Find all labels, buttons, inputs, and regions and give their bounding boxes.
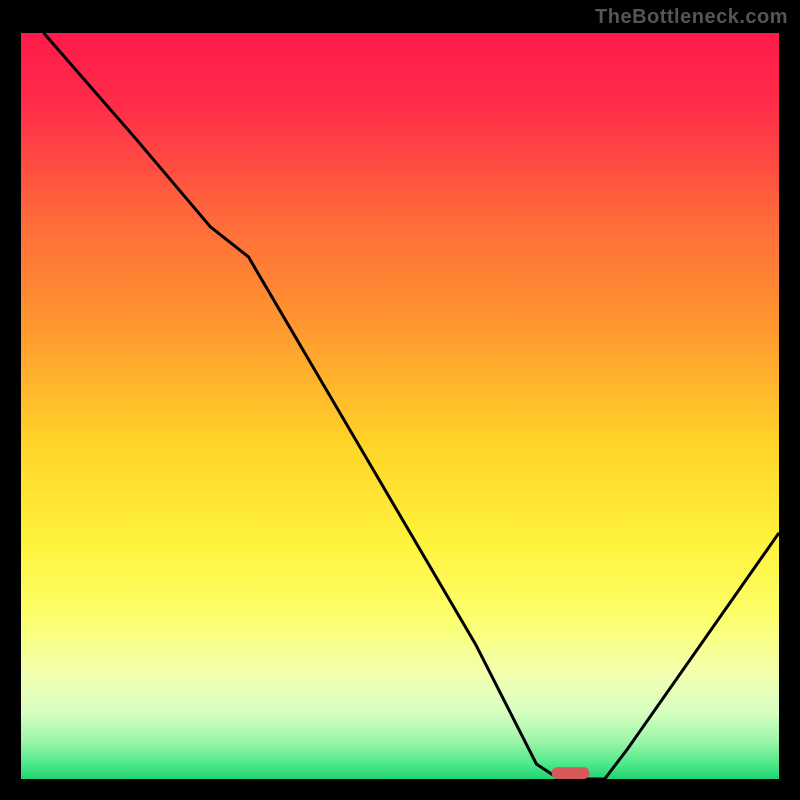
watermark-label: TheBottleneck.com bbox=[595, 6, 788, 29]
plot-area bbox=[18, 30, 782, 782]
figure-root: TheBottleneck.com bbox=[0, 0, 800, 800]
chart-svg bbox=[21, 33, 779, 779]
target-marker bbox=[552, 767, 590, 779]
gradient-background bbox=[21, 33, 779, 779]
